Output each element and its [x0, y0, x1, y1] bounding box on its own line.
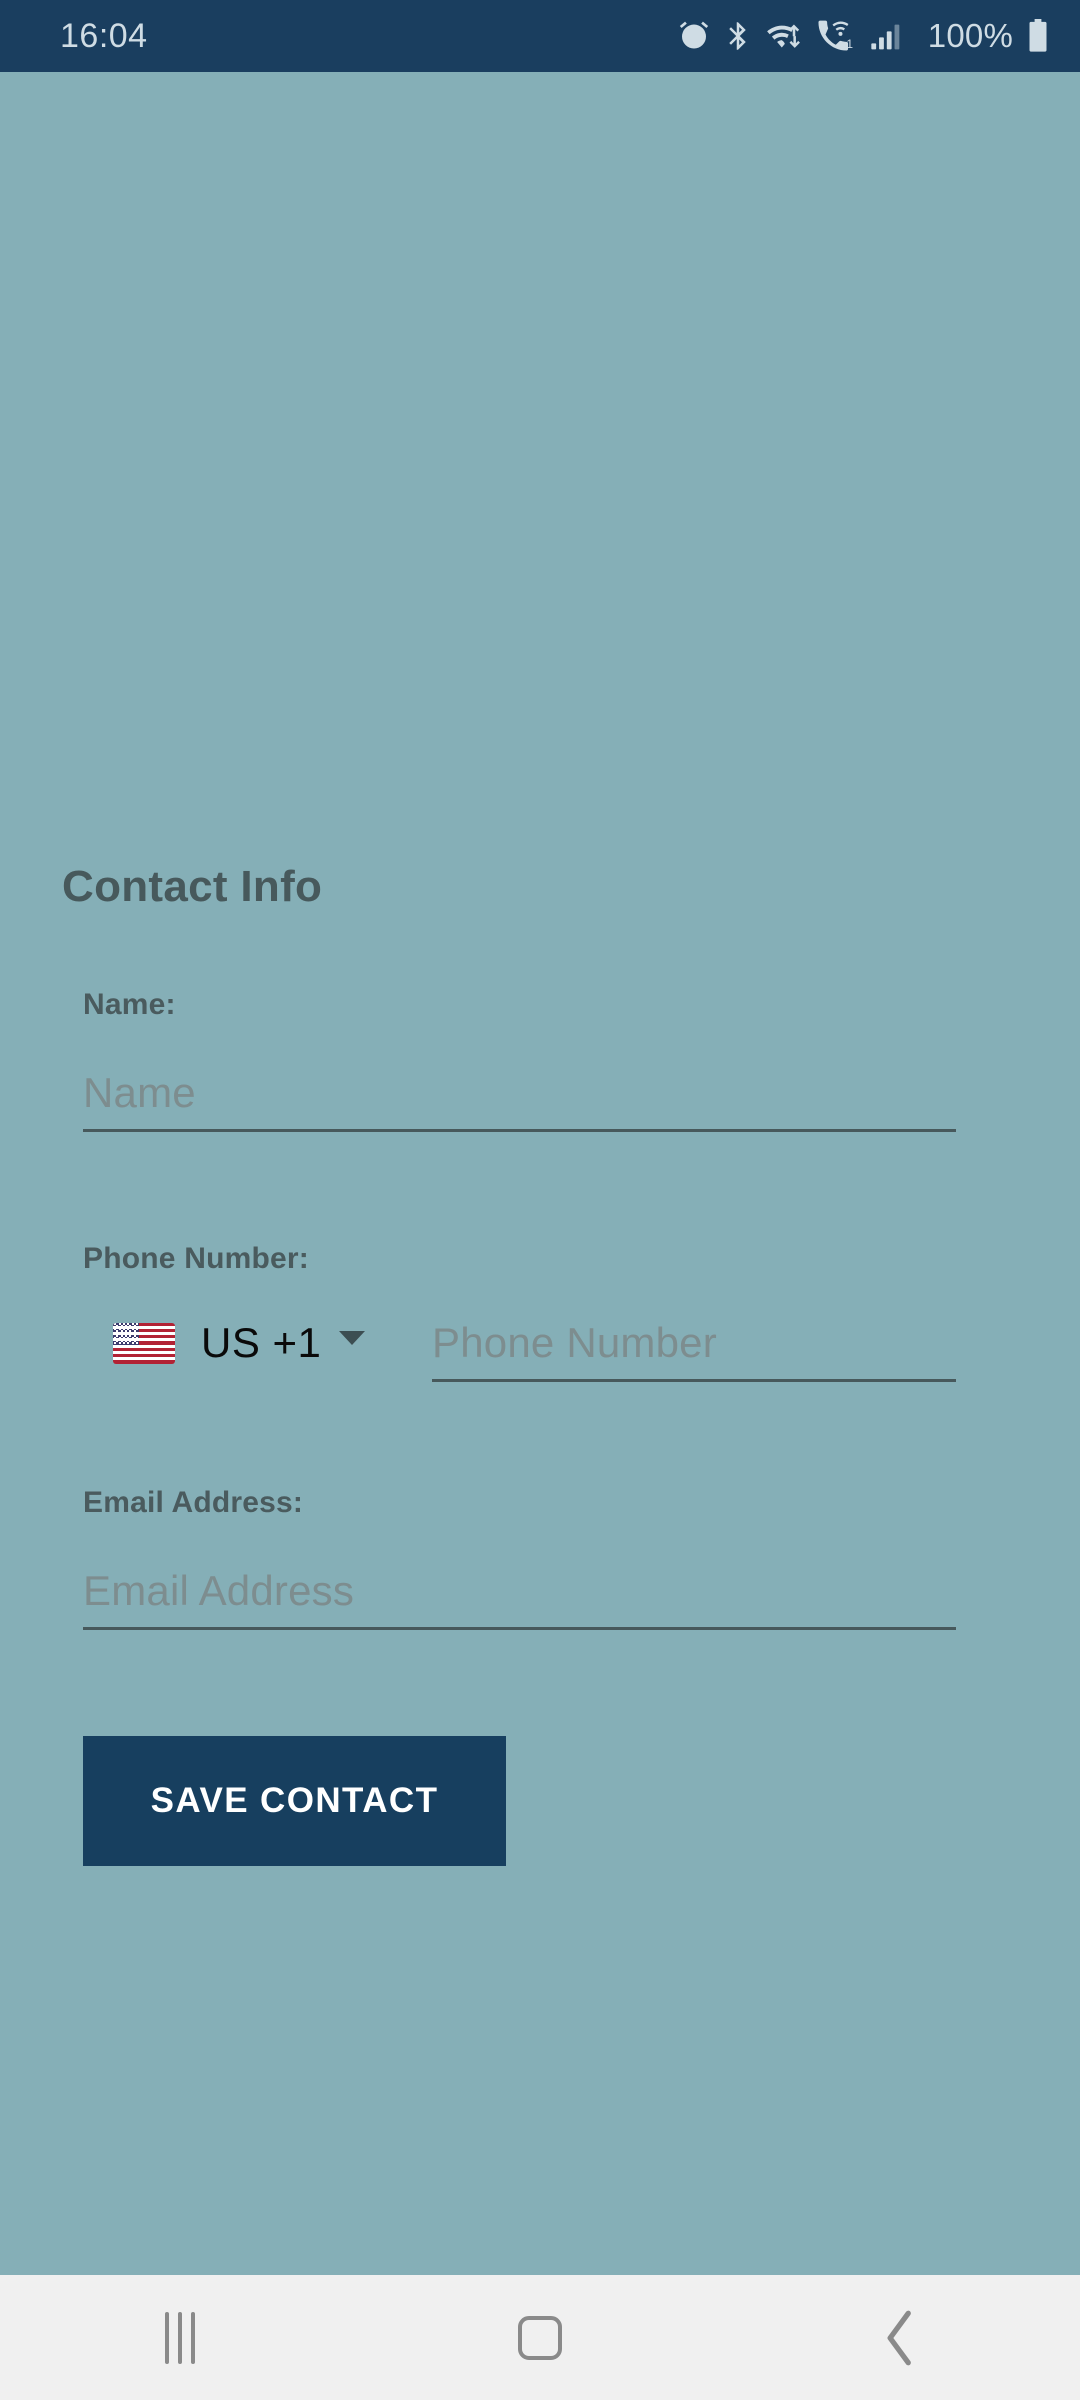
country-code-picker[interactable]: US +1	[83, 1310, 428, 1382]
recents-icon	[165, 2311, 195, 2364]
back-chevron-icon	[883, 2310, 917, 2366]
status-bar: 16:04 1 100%	[0, 0, 1080, 72]
svg-text:1: 1	[846, 37, 853, 51]
page-title: Contact Info	[62, 862, 323, 911]
chevron-down-icon[interactable]	[339, 1331, 366, 1345]
status-icons-group: 1 100%	[678, 17, 1050, 55]
nav-home-button[interactable]	[360, 2275, 720, 2400]
phone-input-placeholder: Phone Number	[432, 1318, 717, 1366]
vowifi-call-icon: 1	[817, 20, 857, 52]
contact-form: Contact Info Name: Name Phone Number: US…	[0, 862, 1080, 1866]
spacer-phone-email	[62, 1382, 1020, 1486]
spacer-name-phone	[62, 1132, 1020, 1242]
phone-row: US +1 Phone Number	[83, 1310, 956, 1382]
country-code-label: US +1	[201, 1319, 322, 1366]
phone-label: Phone Number:	[83, 1242, 309, 1275]
battery-icon	[1026, 19, 1050, 53]
email-input[interactable]: Email Address	[83, 1558, 956, 1630]
bluetooth-icon	[723, 20, 753, 52]
app-content: Contact Info Name: Name Phone Number: US…	[0, 72, 1080, 2275]
email-input-placeholder: Email Address	[83, 1566, 355, 1614]
name-input-placeholder: Name	[83, 1068, 196, 1116]
name-input[interactable]: Name	[83, 1060, 956, 1132]
phone-number-input[interactable]: Phone Number	[432, 1310, 956, 1382]
battery-percent-label: 100%	[927, 17, 1013, 54]
status-clock: 16:04	[60, 16, 148, 55]
home-icon	[518, 2315, 562, 2360]
nav-back-button[interactable]	[720, 2275, 1080, 2400]
signal-bars-icon	[870, 20, 906, 52]
alarm-icon	[678, 20, 710, 52]
name-label: Name:	[83, 988, 176, 1021]
email-field-group: Email Address: Email Address	[62, 1486, 1020, 1630]
android-nav-bar	[0, 2275, 1080, 2400]
save-contact-button[interactable]: SAVE CONTACT	[83, 1736, 506, 1866]
phone-screen: 16:04 1 100% Contact Info Name: Name Pho…	[0, 0, 1080, 2400]
wifi-icon	[766, 20, 804, 52]
phone-field-group: Phone Number: US +1 Phone Number	[62, 1242, 1020, 1382]
nav-recents-button[interactable]	[0, 2275, 360, 2400]
us-flag-icon	[113, 1322, 175, 1364]
name-field-group: Name: Name	[62, 988, 1020, 1132]
save-contact-button-label: SAVE CONTACT	[150, 1781, 439, 1820]
email-label: Email Address:	[83, 1486, 304, 1519]
